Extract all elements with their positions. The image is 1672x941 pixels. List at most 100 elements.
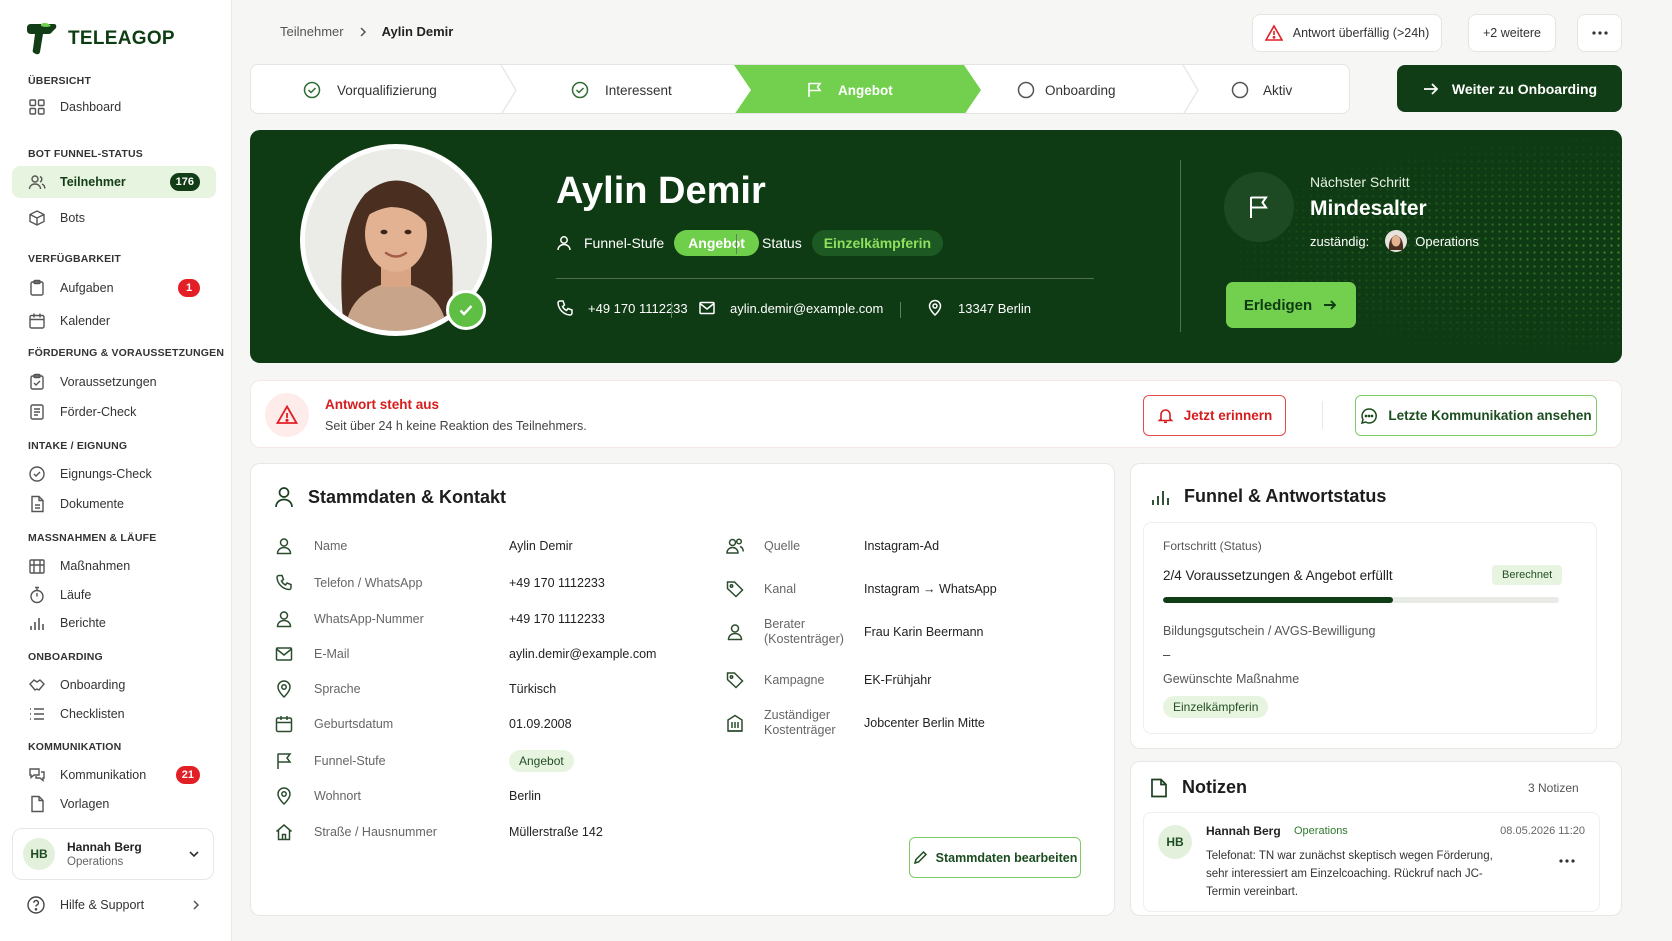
user-menu[interactable]: HB Hannah Berg Operations bbox=[12, 828, 214, 880]
calendar-icon bbox=[275, 716, 293, 733]
note-menu-button[interactable] bbox=[1555, 853, 1579, 869]
voucher-value: – bbox=[1163, 647, 1171, 662]
sidebar-item-dokumente[interactable]: Dokumente bbox=[12, 488, 216, 520]
check-circle-icon bbox=[303, 81, 321, 99]
field-label: Berater (Kostenträger) bbox=[764, 617, 844, 646]
sidebar-item-berichte[interactable]: Berichte bbox=[12, 607, 216, 639]
field-value: Angebot bbox=[509, 750, 574, 772]
pencil-icon bbox=[913, 850, 927, 865]
step-label: Aktiv bbox=[1263, 82, 1293, 98]
count-badge: 1 bbox=[178, 279, 200, 297]
alert-text: Seit über 24 h keine Reaktion des Teilne… bbox=[325, 419, 587, 433]
sidebar-item-vorlagen[interactable]: Vorlagen bbox=[12, 788, 216, 820]
sidebar-item-label: Eignungs-Check bbox=[60, 467, 152, 481]
field-value: EK-Frühjahr bbox=[864, 673, 932, 687]
note-item: HB Hannah Berg Operations 08.05.2026 11:… bbox=[1143, 812, 1600, 912]
edit-master-data-button[interactable]: Stammdaten bearbeiten bbox=[909, 837, 1081, 878]
note-icon bbox=[1151, 778, 1167, 797]
voucher-label: Bildungsgutschein / AVGS-Bewilligung bbox=[1163, 624, 1376, 638]
field-row: Berater (Kostenträger) Frau Karin Beerma… bbox=[725, 617, 984, 647]
remind-now-label: Jetzt erinnern bbox=[1183, 408, 1273, 423]
logo[interactable]: TELEAGOP bbox=[24, 22, 175, 56]
bell-icon bbox=[1157, 409, 1174, 424]
complete-step-button[interactable]: Erledigen bbox=[1226, 282, 1356, 328]
home-icon bbox=[276, 824, 292, 841]
help-support-link[interactable]: Hilfe & Support bbox=[26, 895, 202, 915]
divider bbox=[736, 234, 737, 254]
owner-label: zuständig: bbox=[1310, 233, 1370, 249]
remind-now-button[interactable]: Jetzt erinnern bbox=[1143, 395, 1286, 436]
sidebar-item-foerder-check[interactable]: Förder-Check bbox=[12, 396, 216, 428]
step-interessent[interactable]: Interessent bbox=[571, 65, 672, 113]
sidebar-item-label: Läufe bbox=[60, 588, 92, 602]
sidebar-item-teilnehmer[interactable]: Teilnehmer 176 bbox=[12, 166, 216, 198]
more-alerts-button[interactable]: +2 weitere bbox=[1468, 14, 1556, 52]
field-value: +49 170 1112233 bbox=[509, 612, 605, 626]
sidebar-item-label: Berichte bbox=[60, 616, 106, 630]
sidebar-item-label: Onboarding bbox=[60, 678, 126, 692]
sidebar-item-label: Vorlagen bbox=[60, 797, 110, 811]
email-row[interactable]: aylin.demir@example.com bbox=[698, 299, 883, 317]
alert-title: Antwort steht aus bbox=[325, 397, 440, 412]
sidebar-item-aufgaben[interactable]: Aufgaben 1 bbox=[12, 272, 216, 304]
step-label: Vorqualifizierung bbox=[337, 82, 437, 98]
step-aktiv[interactable]: Aktiv bbox=[1231, 65, 1293, 113]
notes-count: 3 Notizen bbox=[1528, 781, 1579, 795]
sidebar-item-checklisten[interactable]: Checklisten bbox=[12, 698, 216, 730]
step-vorqualifizierung[interactable]: Vorqualifizierung bbox=[303, 65, 437, 113]
progress-badge: Berechnet bbox=[1492, 565, 1563, 585]
next-step-icon-wrap bbox=[1224, 172, 1294, 242]
pin-icon bbox=[277, 680, 291, 699]
field-value: Instagram-Ad bbox=[864, 539, 940, 553]
email-value: aylin.demir@example.com bbox=[730, 300, 884, 316]
field-row: Sprache Türkisch bbox=[274, 679, 556, 699]
brand-name: TELEAGOP bbox=[68, 28, 175, 49]
bar-chart-icon bbox=[30, 618, 44, 630]
sidebar-item-onboarding[interactable]: Onboarding bbox=[12, 669, 216, 701]
breadcrumb-parent[interactable]: Teilnehmer bbox=[280, 24, 344, 39]
sidebar-item-kommunikation[interactable]: Kommunikation 21 bbox=[12, 759, 216, 791]
sidebar-item-kalender[interactable]: Kalender bbox=[12, 305, 216, 337]
step-onboarding[interactable]: Onboarding bbox=[1017, 65, 1116, 113]
step-angebot[interactable]: Angebot bbox=[806, 65, 893, 113]
continue-onboarding-button[interactable]: Weiter zu Onboarding bbox=[1397, 65, 1622, 112]
warning-icon bbox=[1264, 24, 1283, 41]
owner-row: zuständig: Operations bbox=[1310, 230, 1479, 252]
count-badge: 21 bbox=[175, 766, 200, 784]
sidebar-item-bots[interactable]: Bots bbox=[12, 202, 216, 234]
participant-name: Aylin Demir bbox=[556, 170, 766, 212]
field-label: Kanal bbox=[764, 582, 796, 596]
view-last-communication-button[interactable]: Letzte Kommunikation ansehen bbox=[1355, 395, 1597, 436]
sidebar-item-label: Maßnahmen bbox=[60, 559, 131, 573]
vertical-divider bbox=[1180, 160, 1181, 332]
sidebar-item-eignungs-check[interactable]: Eignungs-Check bbox=[12, 458, 216, 490]
overdue-alert-label: Antwort überfällig (>24h) bbox=[1292, 26, 1430, 40]
clipboard-check-icon bbox=[30, 373, 44, 390]
sidebar-item-massnahmen[interactable]: Maßnahmen bbox=[12, 550, 216, 582]
section-title: BOT FUNNEL-STATUS bbox=[28, 148, 143, 160]
field-label: E-Mail bbox=[314, 647, 350, 661]
field-row: Kanal Instagram → WhatsApp bbox=[725, 579, 997, 599]
sidebar-item-label: Dashboard bbox=[60, 100, 122, 114]
field-label: Telefon / WhatsApp bbox=[314, 576, 423, 590]
circle-icon bbox=[1017, 81, 1035, 99]
funnel-stage-pill: Angebot bbox=[674, 230, 759, 256]
flag-icon bbox=[808, 82, 822, 97]
more-menu-button[interactable] bbox=[1577, 14, 1622, 52]
phone-row[interactable]: +49 170 1112233 bbox=[556, 299, 688, 317]
sidebar-item-dashboard[interactable]: Dashboard bbox=[12, 91, 216, 123]
section-title: KOMMUNIKATION bbox=[28, 741, 122, 753]
owner-value: Operations bbox=[1415, 233, 1479, 249]
user-role: Operations bbox=[67, 856, 124, 868]
flag-icon bbox=[277, 753, 292, 769]
progress-bar bbox=[1163, 597, 1559, 603]
field-value: Türkisch bbox=[509, 682, 557, 696]
overdue-alert-button[interactable]: Antwort überfällig (>24h) bbox=[1252, 14, 1442, 52]
pin-icon bbox=[277, 787, 291, 806]
divider bbox=[1322, 401, 1323, 429]
verified-badge bbox=[446, 290, 486, 330]
cta-label: Weiter zu Onboarding bbox=[1451, 80, 1598, 97]
field-label: Zuständiger Kostenträger bbox=[764, 708, 836, 737]
field-value: Jobcenter Berlin Mitte bbox=[864, 716, 985, 730]
sidebar-item-voraussetzungen[interactable]: Voraussetzungen bbox=[12, 366, 216, 398]
